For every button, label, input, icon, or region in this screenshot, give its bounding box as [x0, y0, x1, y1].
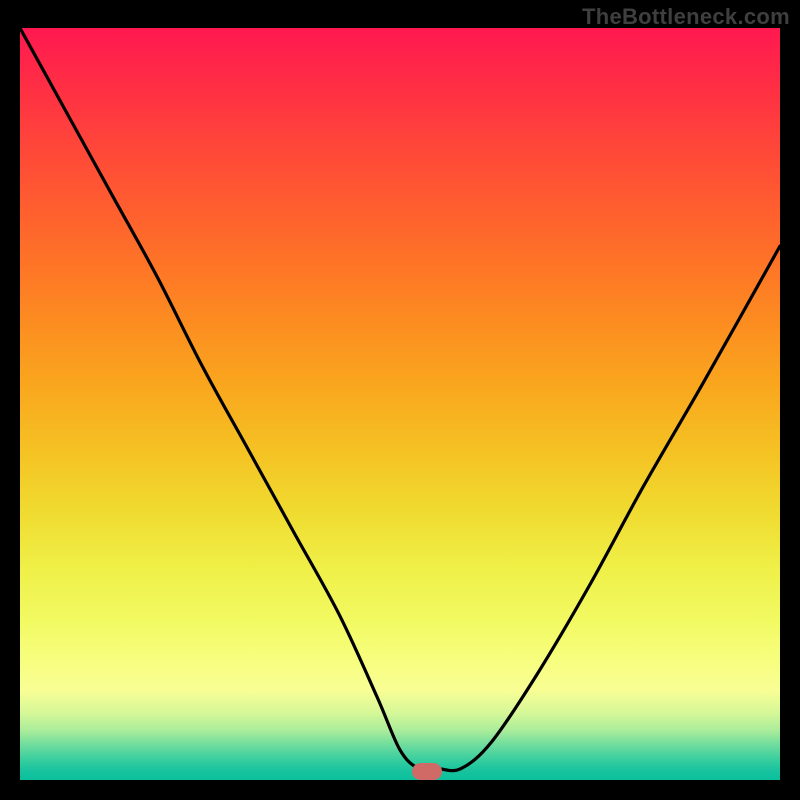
optimum-marker [412, 763, 442, 780]
chart-frame: TheBottleneck.com [0, 0, 800, 800]
plot-area [20, 28, 780, 780]
curve-path [20, 28, 780, 771]
watermark-text: TheBottleneck.com [582, 4, 790, 30]
bottleneck-curve [20, 28, 780, 780]
